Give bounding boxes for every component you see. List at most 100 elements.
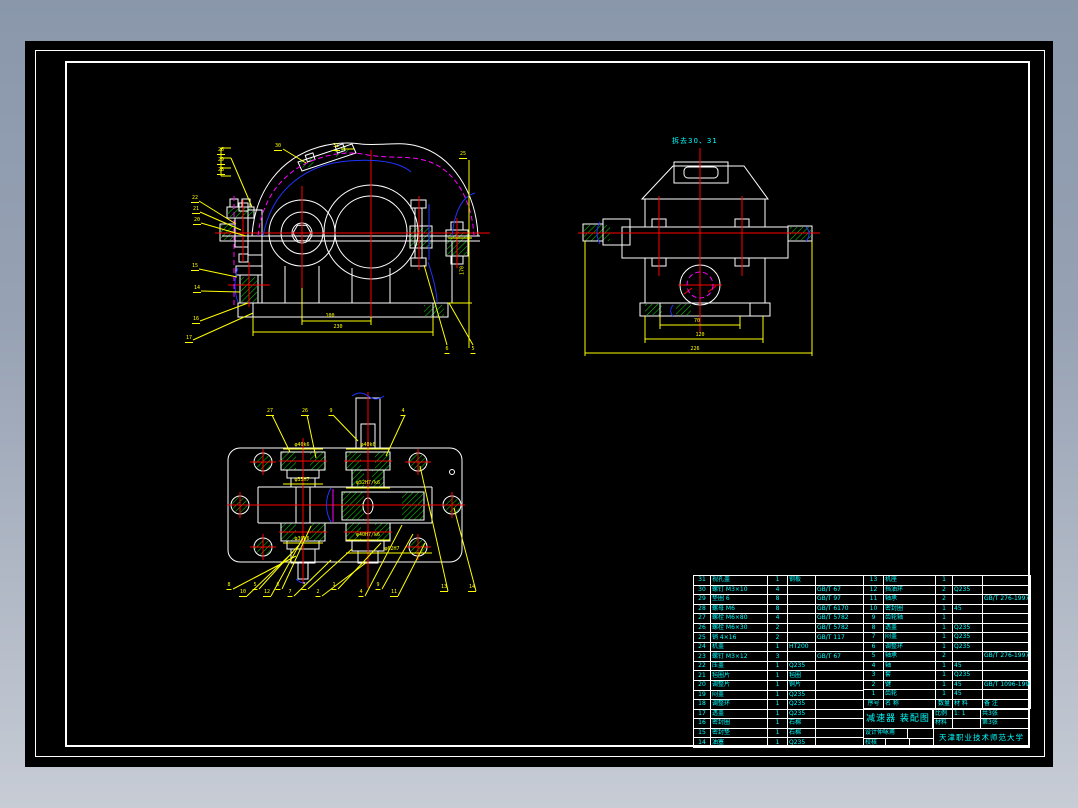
bom-row: 27 螺栓 M6×80 4 GB/T 5782 (693, 613, 864, 624)
bom-cell: 1 (767, 641, 788, 653)
bom-cell: 调整片 (710, 680, 768, 691)
bom-cell: 透盖 (710, 708, 768, 720)
bom-cell (982, 641, 1031, 652)
bom-row: 28 螺母 M6 8 GB/T 6170 (693, 603, 864, 615)
bom-cell: Q235 (952, 670, 983, 681)
bom-row: 25 销 4×16 2 GB/T 117 (693, 632, 864, 643)
bom-cell: GB/T 6170 (815, 603, 864, 615)
bom-cell: 7 (863, 632, 884, 643)
bom-cell: 1 (767, 575, 788, 586)
bom-cell: 1 (935, 632, 953, 643)
bom-cell: 1 (767, 718, 788, 729)
bom-cell: 石棉 (787, 727, 816, 739)
bom-cell: 螺栓 M6×30 (710, 622, 768, 634)
bom-row: 20 调整片 1 铜片 (693, 680, 864, 691)
bom-cell: Q235 (787, 689, 816, 701)
bom-cell: 45 (952, 660, 983, 671)
bom-row: 23 螺钉 M3×12 3 GB/T 67 (693, 651, 864, 662)
bom-cell: 序号 (863, 698, 884, 709)
bom-cell: 25 (693, 632, 711, 643)
bom-cell: 1 (935, 670, 953, 681)
bom-row: 26 螺栓 M6×30 2 GB/T 5782 (693, 622, 864, 634)
bom-cell: 1 (863, 689, 884, 700)
bom-cell: 8 (767, 594, 788, 605)
bom-cell: Q235 (952, 622, 983, 633)
bom-cell (815, 680, 864, 691)
bom-row: 2 键 1 45 GB/T 1096-1990 (863, 679, 1031, 690)
bom-cell: 18 (693, 699, 711, 710)
bom-cell: 1 (935, 575, 953, 586)
bom-cell: 20 (693, 680, 711, 691)
bom-cell (815, 660, 864, 672)
bom-cell (952, 575, 983, 586)
bom-cell: 齿轮 (883, 689, 936, 700)
bom-row: 5 轴承 2 GB/T 276-1997 (863, 651, 1031, 662)
bom-cell: 2 (863, 679, 884, 690)
bom-cell: 27 (693, 613, 711, 624)
bom-cell (815, 727, 864, 739)
bom-row: 31 视孔盖 1 钢板 (693, 575, 864, 586)
bom-cell: 齿轮轴 (883, 613, 936, 624)
bom-cell: GB/T 97 (815, 594, 864, 605)
bom-cell: 2 (935, 651, 953, 662)
bom-cell: 28 (693, 603, 711, 615)
bom-cell: 轴承 (883, 651, 936, 662)
bom-cell: Q235 (952, 632, 983, 643)
bom-row: 11 轴承 2 GB/T 276-1997 (863, 594, 1031, 605)
bom-cell: 8 (767, 603, 788, 615)
bom-cell: 26 (693, 622, 711, 634)
bom-cell: 10 (863, 603, 884, 614)
bom-cell: 1 (767, 708, 788, 720)
bom-cell: 4 (767, 613, 788, 624)
bom-cell: 19 (693, 689, 711, 701)
bom-cell: 1 (935, 660, 953, 671)
bom-cell: 名 称 (883, 698, 936, 709)
bom-cell: 1 (767, 670, 788, 681)
bom-cell: 毡圈 (787, 670, 816, 681)
bom-row: 19 闷盖 1 Q235 (693, 689, 864, 701)
bom-cell (815, 575, 864, 586)
bom-cell: 毡圈片 (710, 670, 768, 681)
bom-cell (815, 718, 864, 729)
bom-cell: 闷盖 (710, 689, 768, 701)
bom-cell: 垫圈 6 (710, 594, 768, 605)
bom-cell: 套 (883, 670, 936, 681)
bom-cell: 12 (863, 584, 884, 595)
bom-cell: 密封垫 (710, 727, 768, 739)
bom-table: 31 视孔盖 1 钢板 30 螺钉 M3×10 4 GB/T 67 29 垫圈 6 8 GB/T 97… (693, 575, 1031, 748)
front-view (192, 142, 490, 348)
bom-cell: 1 (935, 641, 953, 652)
bom-cell (787, 594, 816, 605)
bom-cell (787, 613, 816, 624)
bom-cell: GB/T 5782 (815, 622, 864, 634)
bom-cell: Q235 (952, 584, 983, 595)
bom-cell (982, 584, 1031, 595)
bom-cell: 23 (693, 651, 711, 662)
cad-viewer-window: 拆去30、31 30 31 25 26 29 28 22 21 20 15 14 16 17 6 5 100 2… (0, 0, 1078, 808)
bom-cell: 轴承 (883, 594, 936, 605)
bom-cell: 螺钉 M3×12 (710, 651, 768, 662)
bom-row: 15 密封垫 1 石棉 (693, 727, 864, 739)
bom-cell: 螺母 M6 (710, 603, 768, 615)
checker-field: 校核 (863, 738, 886, 748)
bom-row: 8 透盖 1 Q235 (863, 622, 1031, 633)
bom-cell: Q235 (952, 641, 983, 652)
bom-cell: 11 (863, 594, 884, 605)
bom-cell (982, 689, 1031, 700)
school-name: 天津职业技术师范大学 (933, 728, 1030, 748)
bom-cell: 1 (767, 737, 788, 748)
bom-cell (982, 632, 1031, 643)
bom-cell: 1 (767, 680, 788, 691)
bom-cell (815, 708, 864, 720)
bom-row: 21 毡圈片 1 毡圈 (693, 670, 864, 681)
bom-row: 9 齿轮轴 1 (863, 613, 1031, 624)
checker-extra1 (885, 738, 910, 748)
bom-cell (982, 575, 1031, 586)
bom-cell: 31 (693, 575, 711, 586)
bom-cell: 螺栓 M6×80 (710, 613, 768, 624)
bom-row: 22 压盖 1 Q235 (693, 660, 864, 672)
bom-row: 13 机座 1 (863, 575, 1031, 586)
bom-cell: 数量 (935, 698, 953, 709)
bom-row: 6 调整环 1 Q235 (863, 641, 1031, 652)
bom-cell (815, 737, 864, 748)
